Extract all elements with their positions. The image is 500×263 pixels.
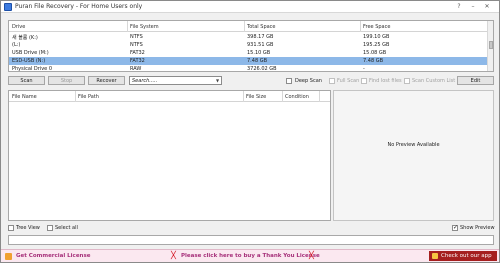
- drive-row[interactable]: 새 볼륨 (K:) NTFS 398.17 GB 199.10 GB: [9, 33, 489, 41]
- drive-list-header: Drive File System Total Space Free Space: [9, 21, 489, 32]
- col-free-space[interactable]: Free Space: [363, 24, 390, 30]
- drive-cell-drive: ESD-USB (N:): [12, 58, 46, 64]
- results-header: File Name File Path File Size Condition: [9, 91, 330, 102]
- stop-button[interactable]: Stop: [48, 76, 85, 85]
- select-all-checkbox[interactable]: [47, 225, 53, 231]
- drive-cell-fs: RAW: [130, 66, 142, 72]
- drive-cell-free: 7.48 GB: [363, 58, 384, 64]
- drive-cell-drive: USB Drive (M:): [12, 50, 49, 56]
- results-list[interactable]: File Name File Path File Size Condition: [8, 90, 331, 221]
- show-preview-checkbox[interactable]: [452, 224, 458, 231]
- col-total-space[interactable]: Total Space: [247, 24, 276, 30]
- recover-button[interactable]: Recover: [88, 76, 125, 85]
- drive-cell-total: 15.10 GB: [247, 50, 271, 56]
- status-bar: [8, 235, 494, 245]
- search-input[interactable]: Search..... ▼: [129, 76, 222, 85]
- thank-you-license-link[interactable]: Please click here to buy a Thank You Lic…: [181, 253, 320, 259]
- preview-pane: No Preview Available: [333, 90, 494, 221]
- drive-cell-total: 398.17 GB: [247, 34, 274, 40]
- col-file-size[interactable]: File Size: [246, 94, 266, 100]
- drive-list[interactable]: Drive File System Total Space Free Space…: [8, 20, 494, 72]
- col-file-path[interactable]: File Path: [78, 94, 99, 100]
- ribbon-icon: ᚷ: [170, 251, 177, 261]
- find-lost-files-checkbox[interactable]: [361, 78, 367, 84]
- scrollbar-thumb[interactable]: [489, 41, 493, 49]
- select-all-label: Select all: [55, 225, 78, 231]
- drive-cell-total: 7.48 GB: [247, 58, 268, 64]
- drive-cell-free: 195.25 GB: [363, 42, 390, 48]
- check-apps-button[interactable]: Check out our app: [429, 251, 497, 261]
- drive-cell-total: 3726.02 GB: [247, 66, 277, 72]
- edit-button[interactable]: Edit: [457, 76, 494, 85]
- window-title: Puran File Recovery - For Home Users onl…: [15, 3, 143, 10]
- commercial-license-link[interactable]: Get Commercial License: [16, 253, 90, 259]
- drive-cell-fs: FAT32: [130, 58, 145, 64]
- scan-custom-list-label: Scan Custom List: [412, 78, 456, 84]
- drive-cell-free: 15.08 GB: [363, 50, 387, 56]
- drive-cell-fs: FAT32: [130, 50, 145, 56]
- tree-view-checkbox[interactable]: [8, 225, 14, 231]
- drive-cell-drive: 새 볼륨 (K:): [12, 35, 38, 41]
- help-button[interactable]: ?: [454, 2, 464, 11]
- deep-scan-label: Deep Scan: [295, 78, 322, 84]
- col-file-system[interactable]: File System: [130, 24, 159, 30]
- check-apps-label: Check out our app: [441, 253, 492, 259]
- drive-cell-fs: NTFS: [130, 42, 143, 48]
- col-condition[interactable]: Condition: [285, 94, 309, 100]
- drive-cell-fs: NTFS: [130, 34, 143, 40]
- ribbon-icon: ᚷ: [308, 251, 315, 261]
- drive-cell-drive: Physical Drive 0: [12, 66, 53, 72]
- find-lost-files-label: Find lost files: [369, 78, 402, 84]
- minimize-button[interactable]: –: [468, 2, 478, 11]
- drive-cell-free: 199.10 GB: [363, 34, 390, 40]
- chevron-down-icon[interactable]: ▼: [214, 77, 221, 84]
- drive-cell-free: -: [363, 66, 365, 72]
- tree-view-label: Tree View: [16, 225, 40, 231]
- drive-row[interactable]: (L:) NTFS 931.51 GB 195.25 GB: [9, 41, 489, 49]
- drive-row[interactable]: ESD-USB (N:) FAT32 7.48 GB 7.48 GB: [9, 57, 489, 65]
- close-button[interactable]: ✕: [482, 2, 492, 11]
- app-store-icon: [432, 253, 438, 259]
- drive-row[interactable]: USB Drive (M:) FAT32 15.10 GB 15.08 GB: [9, 49, 489, 57]
- deep-scan-checkbox[interactable]: [286, 78, 292, 84]
- drive-row[interactable]: Physical Drive 0 RAW 3726.02 GB -: [9, 65, 489, 72]
- title-bar: Puran File Recovery - For Home Users onl…: [1, 1, 499, 13]
- drive-cell-total: 931.51 GB: [247, 42, 274, 48]
- footer-bar: Get Commercial License ᚷ Please click he…: [1, 249, 499, 262]
- app-window: Puran File Recovery - For Home Users onl…: [0, 0, 500, 263]
- show-preview-label: Show Preview: [460, 225, 495, 231]
- scan-custom-list-checkbox[interactable]: [404, 78, 410, 84]
- drive-list-scrollbar[interactable]: [487, 21, 493, 71]
- col-drive[interactable]: Drive: [12, 24, 25, 30]
- full-scan-label: Full Scan: [337, 78, 360, 84]
- col-file-name[interactable]: File Name: [12, 94, 37, 100]
- scan-button[interactable]: Scan: [8, 76, 45, 85]
- license-icon: [5, 253, 12, 260]
- search-value: Search.....: [132, 78, 158, 84]
- full-scan-checkbox[interactable]: [329, 78, 335, 84]
- drive-cell-drive: (L:): [12, 42, 21, 48]
- preview-message: No Preview Available: [387, 142, 440, 148]
- app-icon: [4, 3, 12, 11]
